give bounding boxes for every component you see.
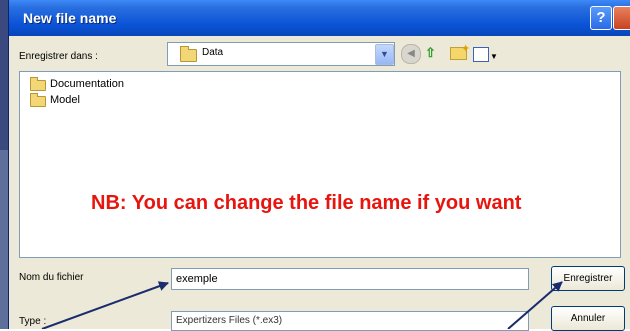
save-in-value: Data <box>202 47 224 58</box>
back-icon[interactable]: ◀ <box>401 44 421 64</box>
help-icon: ? <box>596 9 606 26</box>
close-button[interactable] <box>613 6 630 30</box>
save-in-combo[interactable]: Data <box>167 42 395 66</box>
file-name: Documentation <box>50 78 124 90</box>
save-button[interactable]: Enregistrer <box>551 266 625 291</box>
help-button[interactable]: ? <box>590 6 612 30</box>
type-select[interactable]: Expertizers Files (*.ex3) <box>171 311 529 331</box>
file-list[interactable]: Documentation Model <box>19 71 621 258</box>
type-label: Type : <box>19 316 47 327</box>
view-menu-chevron-icon[interactable]: ▼ <box>490 48 498 66</box>
file-name: Model <box>50 94 80 106</box>
folder-icon <box>30 93 46 107</box>
filename-label: Nom du fichier <box>19 272 84 283</box>
folder-icon <box>30 77 46 91</box>
dialog-title: New file name <box>23 10 117 26</box>
save-in-label: Enregistrer dans : <box>19 51 98 62</box>
new-folder-icon[interactable]: ✦ <box>450 43 470 60</box>
chevron-down-icon[interactable]: ▼ <box>375 44 394 65</box>
save-dialog: New file name ? Enregistrer dans : Data … <box>8 0 630 331</box>
background-strip <box>0 0 8 329</box>
up-folder-icon[interactable]: ⇧ <box>425 44 436 62</box>
view-menu-icon[interactable] <box>473 47 489 62</box>
cancel-button[interactable]: Annuler <box>551 306 625 331</box>
annotation-note: NB: You can change the file name if you … <box>91 192 522 214</box>
title-bar: New file name ? <box>9 0 630 36</box>
folder-icon <box>180 46 197 62</box>
filename-field[interactable]: exemple <box>171 268 529 290</box>
